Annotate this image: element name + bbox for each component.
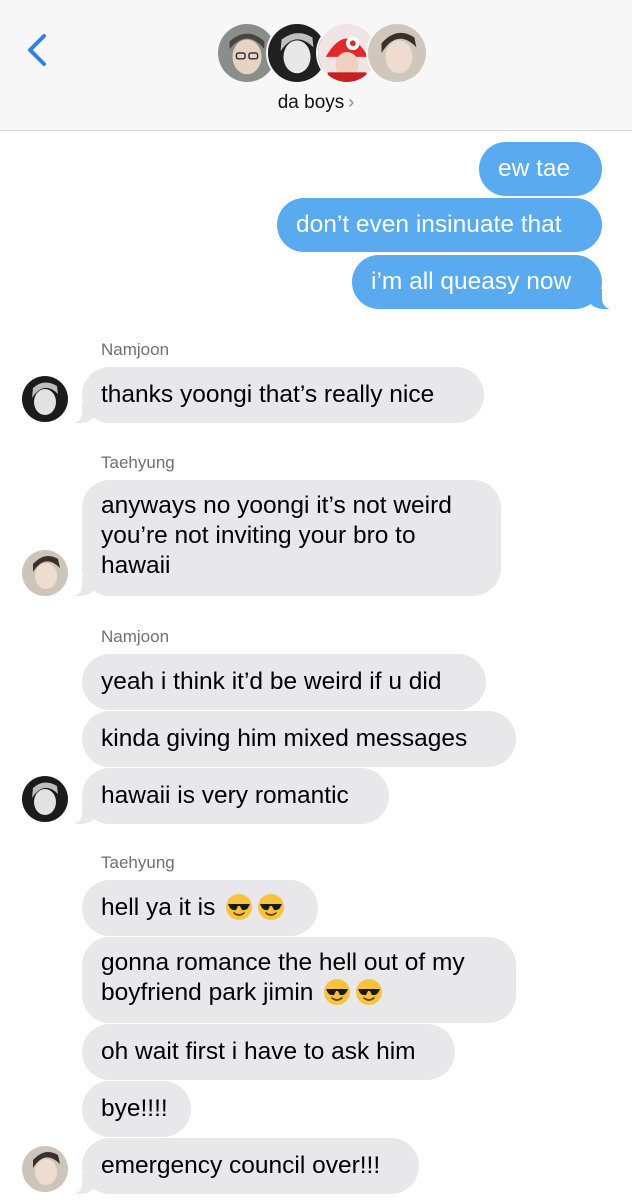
group-avatars[interactable]: [216, 22, 428, 86]
incoming-message[interactable]: gonna romance the hell out of my boyfrie…: [82, 937, 516, 1023]
taehyung-avatar: [22, 1146, 68, 1192]
conversation-header: da boys ›: [0, 0, 632, 131]
message-text-line: you’re not inviting your bro to: [101, 522, 416, 549]
chevron-right-icon: ›: [348, 92, 355, 112]
sender-name: Namjoon: [101, 627, 170, 646]
incoming-message[interactable]: emergency council over!!!: [70, 1138, 419, 1194]
sender-name: Taehyung: [101, 453, 175, 472]
avatar[interactable]: [22, 776, 68, 822]
sunglasses-emoji-icon: [226, 893, 253, 920]
chevron-left-icon: [28, 34, 46, 66]
group-name-label: da boys: [277, 92, 345, 113]
namjoon-avatar: [22, 776, 68, 822]
namjoon-avatar: [22, 376, 68, 422]
incoming-message[interactable]: hawaii is very romantic: [70, 768, 389, 824]
message-text: bye!!!!: [101, 1095, 168, 1122]
incoming-message[interactable]: oh wait first i have to ask him: [82, 1024, 455, 1080]
sunglasses-emoji-icon: [258, 893, 285, 920]
outgoing-message[interactable]: don’t even insinuate that: [277, 198, 602, 252]
message-text-line: hawaii: [101, 552, 171, 579]
sender-name: Namjoon: [101, 340, 170, 359]
incoming-message[interactable]: hell ya it is: [82, 880, 318, 936]
outgoing-message[interactable]: i’m all queasy now: [352, 255, 614, 309]
message-text-part: boyfriend park jimin: [101, 979, 314, 1006]
avatar[interactable]: [22, 550, 68, 596]
message-text-part: hell ya it is: [101, 894, 216, 921]
incoming-message[interactable]: kinda giving him mixed messages: [82, 711, 516, 767]
group-name[interactable]: da boys ›: [0, 92, 632, 114]
taehyung-avatar: [22, 550, 68, 596]
incoming-message[interactable]: thanks yoongi that’s really nice: [70, 367, 484, 423]
message-text-line: boyfriend park jimin: [101, 978, 383, 1008]
message-text: hell ya it is: [101, 893, 285, 923]
back-button[interactable]: [18, 28, 58, 72]
incoming-message[interactable]: bye!!!!: [82, 1081, 191, 1137]
message-text-line: gonna romance the hell out of my: [101, 949, 465, 976]
avatar[interactable]: [22, 1146, 68, 1192]
message-text: kinda giving him mixed messages: [101, 725, 468, 752]
sender-name: Taehyung: [101, 853, 175, 872]
message-text: yeah i think it’d be weird if u did: [101, 668, 442, 695]
message-text: emergency council over!!!: [101, 1152, 381, 1179]
message-text: don’t even insinuate that: [296, 211, 562, 238]
incoming-message[interactable]: yeah i think it’d be weird if u did: [82, 654, 486, 710]
message-text: thanks yoongi that’s really nice: [101, 381, 435, 408]
incoming-message[interactable]: anyways no yoongi it’s not weird you’re …: [70, 480, 501, 596]
sunglasses-emoji-icon: [356, 978, 383, 1005]
outgoing-message[interactable]: ew tae: [479, 142, 602, 196]
message-text: oh wait first i have to ask him: [101, 1038, 416, 1065]
message-text: i’m all queasy now: [371, 268, 572, 295]
avatar[interactable]: [22, 376, 68, 422]
sunglasses-emoji-icon: [324, 978, 351, 1005]
message-text: ew tae: [498, 155, 571, 182]
group-avatar: [366, 22, 428, 84]
message-text-line: anyways no yoongi it’s not weird: [101, 492, 452, 519]
message-text: hawaii is very romantic: [101, 782, 349, 809]
